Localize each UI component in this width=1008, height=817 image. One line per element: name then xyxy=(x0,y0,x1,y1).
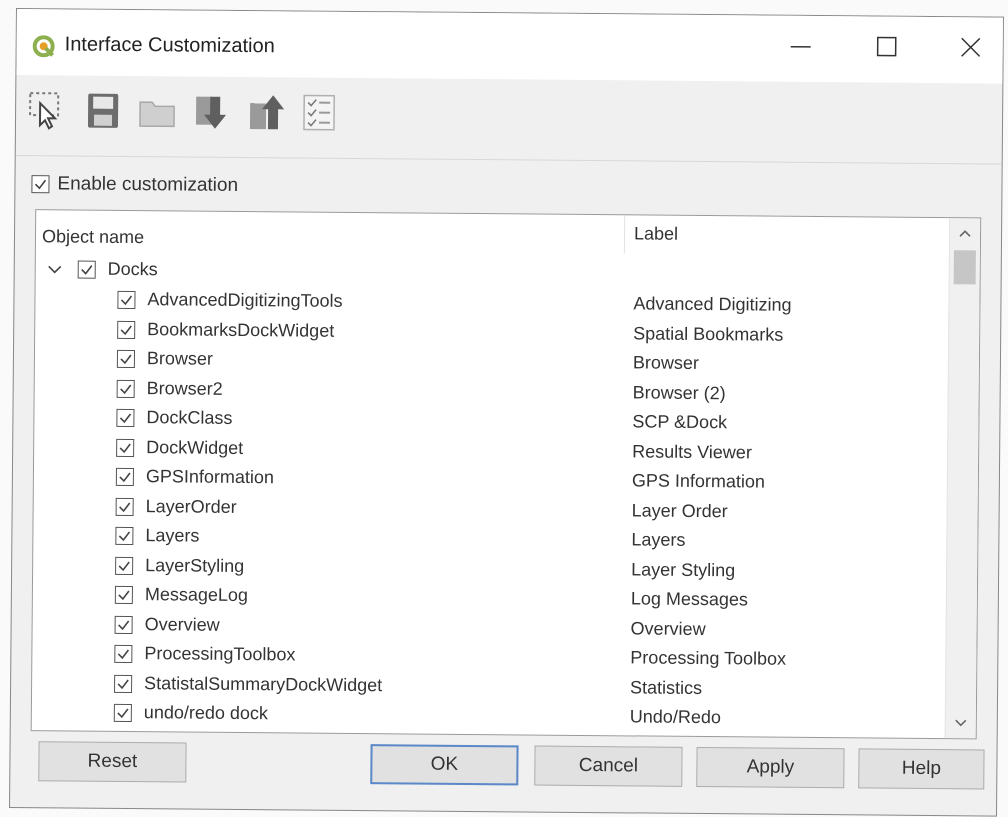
enable-customization-row[interactable]: Enable customization xyxy=(31,169,238,201)
enable-customization-checkbox[interactable] xyxy=(31,175,49,193)
row-label: Advanced Digitizing xyxy=(633,293,791,315)
row-label: SCP &Dock xyxy=(632,411,727,433)
column-object-name[interactable]: Object name xyxy=(42,226,144,248)
row-checkbox[interactable] xyxy=(117,379,135,397)
row-checkbox[interactable] xyxy=(114,674,132,692)
save-to-file-button[interactable] xyxy=(244,89,286,133)
title-bar: Interface Customization xyxy=(16,9,1003,84)
toolbar xyxy=(16,75,1003,165)
row-label: Layer Styling xyxy=(631,559,735,581)
select-cursor-icon xyxy=(26,118,68,135)
row-object-name: Layers xyxy=(145,525,199,546)
tree-body: Docks AdvancedDigitizingTools Advanced Di… xyxy=(32,256,950,738)
docks-checkbox[interactable] xyxy=(78,261,96,279)
row-checkbox[interactable] xyxy=(114,704,132,722)
minimize-button[interactable] xyxy=(777,28,825,68)
row-label: Processing Toolbox xyxy=(630,647,786,669)
row-object-name: MessageLog xyxy=(145,584,248,606)
row-object-name: Overview xyxy=(145,614,220,636)
row-label: Browser (2) xyxy=(633,382,726,404)
row-checkbox[interactable] xyxy=(115,527,133,545)
scrollbar-thumb[interactable] xyxy=(954,250,976,284)
row-object-name: LayerStyling xyxy=(145,555,244,577)
load-from-file-button[interactable] xyxy=(190,89,232,133)
row-object-name: AdvancedDigitizingTools xyxy=(147,289,342,312)
row-label: Statistics xyxy=(630,677,702,699)
column-label[interactable]: Label xyxy=(634,223,678,244)
row-label: Results Viewer xyxy=(632,441,752,463)
row-label: Undo/Redo xyxy=(630,706,721,728)
save-button[interactable] xyxy=(82,88,124,132)
row-object-name: StatistalSummaryDockWidget xyxy=(144,673,382,696)
row-label: Overview xyxy=(631,618,706,640)
row-object-name: BookmarksDockWidget xyxy=(147,319,334,342)
row-checkbox[interactable] xyxy=(115,556,133,574)
apply-button[interactable]: Apply xyxy=(696,747,844,788)
chevron-down-icon[interactable] xyxy=(46,260,64,278)
select-widget-button[interactable] xyxy=(26,87,68,131)
row-checkbox[interactable] xyxy=(115,586,133,604)
row-label: Browser xyxy=(633,352,699,374)
save-to-file-icon xyxy=(244,120,286,137)
open-folder-icon xyxy=(136,119,178,136)
row-object-name: DockWidget xyxy=(146,437,243,459)
enable-customization-label: Enable customization xyxy=(57,173,238,197)
window-title: Interface Customization xyxy=(65,33,275,58)
row-checkbox[interactable] xyxy=(116,438,134,456)
row-checkbox[interactable] xyxy=(117,320,135,338)
load-from-file-icon xyxy=(190,120,232,137)
row-label: Spatial Bookmarks xyxy=(633,323,783,345)
row-checkbox[interactable] xyxy=(116,409,134,427)
row-object-name: LayerOrder xyxy=(146,496,237,518)
row-checkbox[interactable] xyxy=(115,615,133,633)
row-object-name: Browser xyxy=(147,348,213,370)
qgis-logo-icon xyxy=(33,35,55,57)
row-checkbox[interactable] xyxy=(116,497,134,515)
row-object-name: Browser2 xyxy=(147,378,223,400)
vertical-scrollbar[interactable] xyxy=(945,218,981,738)
save-icon xyxy=(82,119,124,136)
row-object-name: undo/redo dock xyxy=(144,702,268,724)
row-label: Layers xyxy=(631,529,685,550)
chevron-down-icon[interactable] xyxy=(952,714,970,732)
expand-all-button[interactable] xyxy=(298,89,340,133)
column-divider xyxy=(624,215,625,253)
maximize-button[interactable] xyxy=(863,28,911,68)
reset-button[interactable]: Reset xyxy=(38,741,186,782)
row-checkbox[interactable] xyxy=(117,291,135,309)
close-button[interactable] xyxy=(947,29,995,69)
open-button[interactable] xyxy=(136,88,178,132)
row-object-name: ProcessingToolbox xyxy=(144,643,295,665)
cancel-button[interactable]: Cancel xyxy=(534,746,682,787)
help-button[interactable]: Help xyxy=(858,748,984,789)
object-tree[interactable]: Object name Label Docks AdvancedDigitizi… xyxy=(31,209,982,739)
interface-customization-dialog: Interface Customization xyxy=(9,8,1004,817)
row-checkbox[interactable] xyxy=(116,468,134,486)
tree-header: Object name Label xyxy=(36,210,950,260)
row-label: GPS Information xyxy=(632,470,765,492)
maximize-icon xyxy=(874,33,900,64)
expand-all-icon xyxy=(298,120,340,137)
row-label: Log Messages xyxy=(631,588,748,610)
ok-button[interactable]: OK xyxy=(370,744,518,785)
row-label: Layer Order xyxy=(632,500,728,522)
row-object-name: GPSInformation xyxy=(146,466,274,488)
row-checkbox[interactable] xyxy=(114,645,132,663)
chevron-up-icon[interactable] xyxy=(956,224,974,242)
minimize-icon xyxy=(788,32,814,63)
docks-group-name: Docks xyxy=(108,259,158,280)
row-object-name: DockClass xyxy=(146,407,232,429)
close-icon xyxy=(958,34,984,65)
row-checkbox[interactable] xyxy=(117,350,135,368)
